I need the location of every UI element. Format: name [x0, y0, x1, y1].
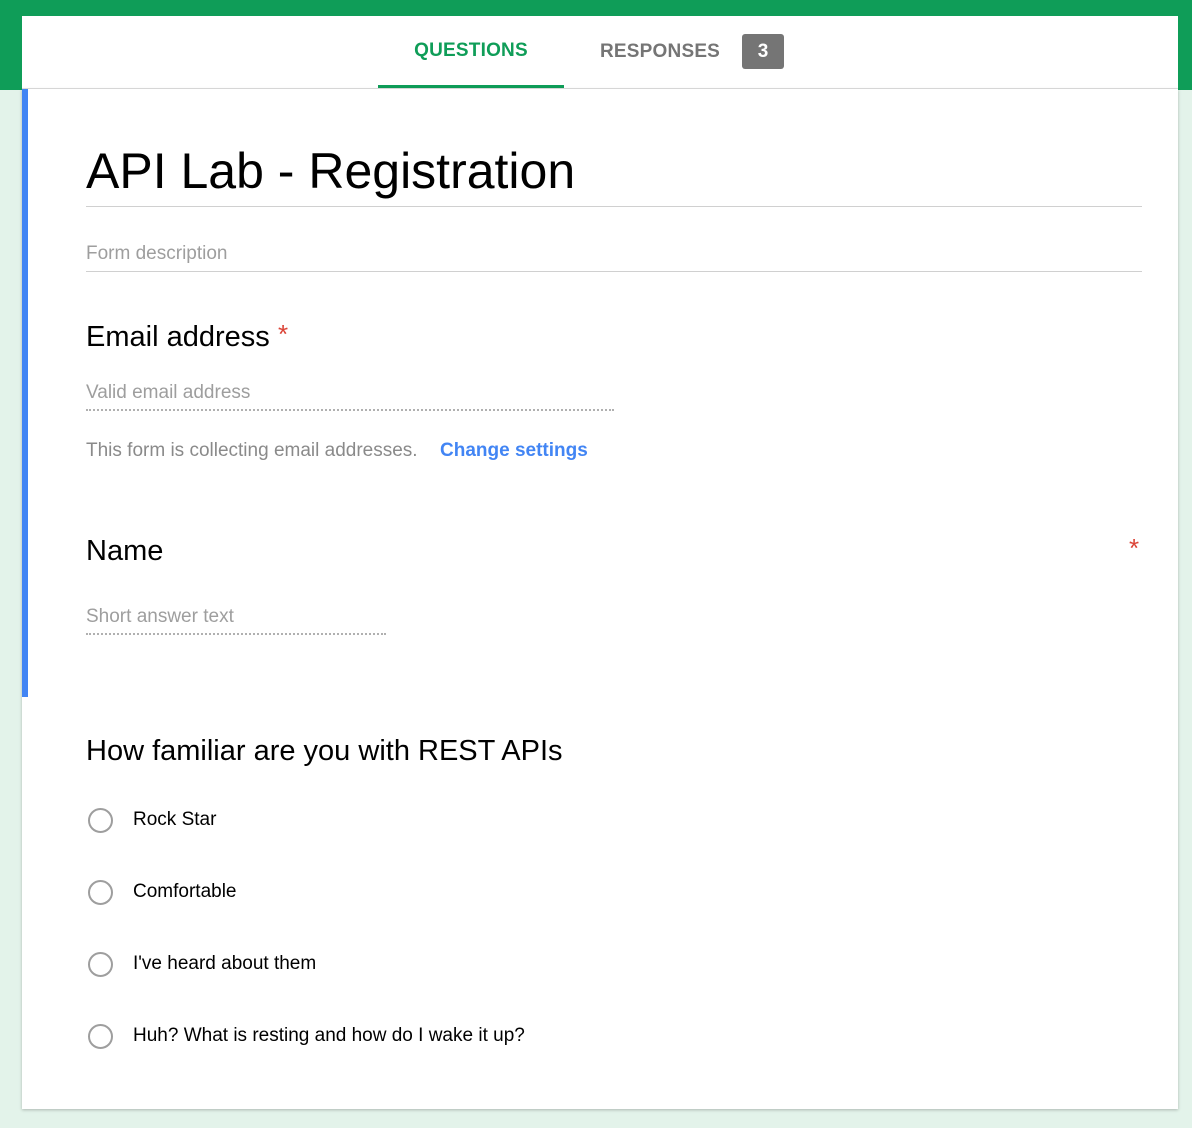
radio-button[interactable] — [88, 807, 113, 833]
radio-option[interactable]: Rock Star — [88, 805, 216, 835]
name-field-underline — [86, 633, 386, 635]
radio-option[interactable]: I've heard about them — [88, 949, 316, 979]
name-field[interactable]: Short answer text — [86, 606, 234, 628]
responses-count-badge[interactable]: 3 — [742, 34, 784, 69]
tab-responses-label: RESPONSES — [600, 41, 721, 62]
email-field-underline — [86, 409, 614, 411]
change-settings-link[interactable]: Change settings — [440, 440, 588, 462]
active-section-indicator — [22, 89, 28, 697]
email-field[interactable]: Valid email address — [86, 382, 250, 404]
form-description-field[interactable]: Form description — [86, 243, 228, 265]
tab-bar: QUESTIONS RESPONSES 3 — [22, 16, 1178, 89]
familiarity-question-title: How familiar are you with REST APIs — [86, 735, 563, 767]
email-required-marker: * — [278, 319, 289, 349]
email-question-title: Email address — [86, 321, 270, 353]
option-label: Huh? What is resting and how do I wake i… — [133, 1025, 525, 1046]
form-title[interactable]: API Lab - Registration — [86, 141, 575, 201]
tab-questions-label: QUESTIONS — [414, 39, 528, 61]
option-label: Comfortable — [133, 881, 237, 902]
email-collection-note: This form is collecting email addresses. — [86, 440, 418, 461]
radio-button[interactable] — [88, 879, 113, 905]
name-required-marker: * — [1129, 533, 1140, 563]
option-label: I've heard about them — [133, 953, 317, 974]
radio-option[interactable]: Comfortable — [88, 877, 237, 907]
title-underline — [86, 206, 1142, 207]
form-card: API Lab - Registration Form description … — [22, 89, 1178, 1109]
description-underline — [86, 271, 1142, 272]
radio-option[interactable]: Huh? What is resting and how do I wake i… — [88, 1021, 525, 1051]
radio-button[interactable] — [88, 1023, 113, 1049]
name-question-title: Name — [86, 535, 164, 567]
tab-questions[interactable]: QUESTIONS — [378, 16, 564, 88]
option-label: Rock Star — [133, 809, 217, 830]
radio-button[interactable] — [88, 951, 113, 977]
tab-responses[interactable]: RESPONSES — [600, 16, 830, 88]
